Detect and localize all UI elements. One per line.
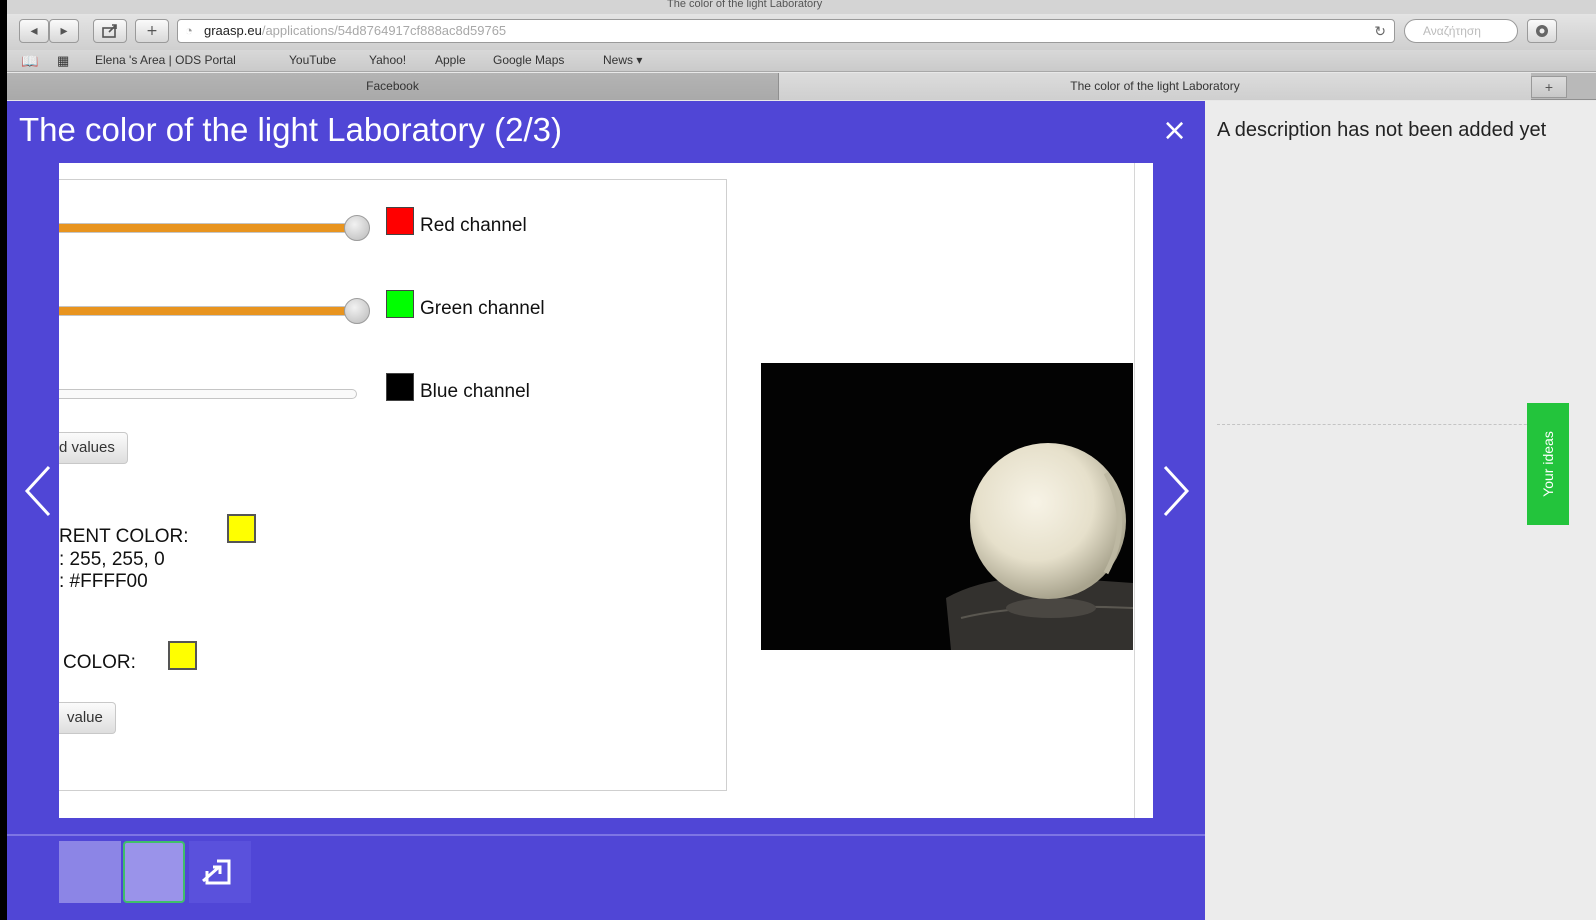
reading-list-icon[interactable]: 📖 <box>21 53 38 70</box>
share-icon <box>102 24 117 38</box>
current-color-hex: : #FFFF00 <box>59 571 148 592</box>
bookmark-item[interactable]: News ▾ <box>603 53 642 67</box>
tab-facebook[interactable]: Facebook <box>7 73 779 100</box>
settings-button[interactable] <box>1527 19 1557 43</box>
blue-channel-text: Blue channel <box>420 381 530 402</box>
forward-button[interactable]: ▸ <box>49 19 79 43</box>
your-ideas-label: Your ideas <box>1540 431 1556 497</box>
previous-arrow-icon[interactable] <box>21 463 57 519</box>
window-titlebar: The color of the light Laboratory <box>7 0 1596 14</box>
green-slider-fill <box>59 307 356 315</box>
back-arrow-icon: ◂ <box>30 23 38 39</box>
red-channel-label: Red channel <box>386 207 527 237</box>
red-slider[interactable] <box>59 223 357 233</box>
bookmark-item[interactable]: Apple <box>435 53 466 67</box>
bookmark-item[interactable]: Google Maps <box>493 53 564 67</box>
reload-icon[interactable]: ↻ <box>1374 20 1386 42</box>
thumbnail-item[interactable] <box>59 841 121 903</box>
green-channel-label: Green channel <box>386 290 545 320</box>
random-values-button[interactable]: d values <box>59 432 128 464</box>
lab-app-frame: Red channel Green channel Blue channel d… <box>59 163 1153 818</box>
plus-icon: + <box>146 23 158 39</box>
red-channel-text: Red channel <box>420 215 527 236</box>
gear-icon <box>1536 25 1548 37</box>
browser-toolbar: ◂ ▸ + ◔ graasp.eu/applications/54d876491… <box>7 14 1596 50</box>
controls-panel: Red channel Green channel Blue channel d… <box>59 179 727 791</box>
thumbnail-item[interactable] <box>189 841 251 903</box>
forward-arrow-icon: ▸ <box>60 23 68 39</box>
next-arrow-icon[interactable] <box>1157 463 1193 519</box>
red-slider-fill <box>59 224 356 232</box>
top-sites-icon[interactable]: ▦ <box>57 53 69 69</box>
bookmarks-bar: 📖 ▦ Elena 's Area | ODS Portal YouTube Y… <box>7 50 1596 72</box>
current-color-swatch <box>227 514 256 543</box>
blue-channel-label: Blue channel <box>386 373 530 403</box>
close-icon[interactable]: × <box>1162 116 1187 146</box>
screen: The color of the light Laboratory ◂ ▸ + … <box>7 0 1596 920</box>
green-slider[interactable] <box>59 306 357 316</box>
thumbnail-item-active[interactable] <box>123 841 185 903</box>
window-title: The color of the light Laboratory <box>667 0 823 10</box>
url-path: /applications/54d8764917cf888ac8d59765 <box>261 23 507 38</box>
add-bookmark-button[interactable]: + <box>135 19 169 43</box>
your-ideas-tab[interactable]: Your ideas <box>1527 403 1569 525</box>
app-viewer: The color of the light Laboratory (2/3) … <box>7 101 1205 920</box>
target-color-swatch <box>168 641 197 670</box>
frame-scroll-edge <box>1134 163 1135 818</box>
bookmark-item[interactable]: Elena 's Area | ODS Portal <box>95 53 236 67</box>
light-bulb-photo <box>761 363 1133 650</box>
new-tab-button[interactable]: + <box>1531 76 1567 98</box>
viewer-title: The color of the light Laboratory (2/3) <box>19 111 562 148</box>
url-host: graasp.eu <box>204 23 262 38</box>
address-bar[interactable]: ◔ graasp.eu/applications/54d8764917cf888… <box>177 19 1395 43</box>
bookmark-item[interactable]: Yahoo! <box>369 53 406 67</box>
bulb-image <box>761 363 1133 650</box>
description-divider <box>1217 424 1567 425</box>
share-button[interactable] <box>93 19 127 43</box>
site-icon: ◔ <box>185 23 193 38</box>
search-field[interactable]: Αναζήτηση <box>1404 19 1518 43</box>
back-button[interactable]: ◂ <box>19 19 49 43</box>
green-slider-knob[interactable] <box>344 298 370 324</box>
red-swatch <box>386 207 414 235</box>
current-color-rgb: : 255, 255, 0 <box>59 549 165 570</box>
value-button[interactable]: value <box>59 702 116 734</box>
green-channel-text: Green channel <box>420 298 545 319</box>
green-swatch <box>386 290 414 318</box>
target-color-heading: COLOR: <box>63 652 136 673</box>
open-external-icon <box>202 859 231 885</box>
description-text: A description has not been added yet <box>1217 119 1547 141</box>
bookmark-item[interactable]: YouTube <box>289 53 336 67</box>
tab-color-lab[interactable]: The color of the light Laboratory <box>779 73 1531 100</box>
red-slider-knob[interactable] <box>344 215 370 241</box>
blue-swatch <box>386 373 414 401</box>
tab-strip: Facebook The color of the light Laborato… <box>7 73 1596 100</box>
current-color-heading: RENT COLOR: <box>59 526 189 547</box>
viewer-divider <box>7 834 1205 836</box>
blue-slider[interactable] <box>59 389 357 399</box>
